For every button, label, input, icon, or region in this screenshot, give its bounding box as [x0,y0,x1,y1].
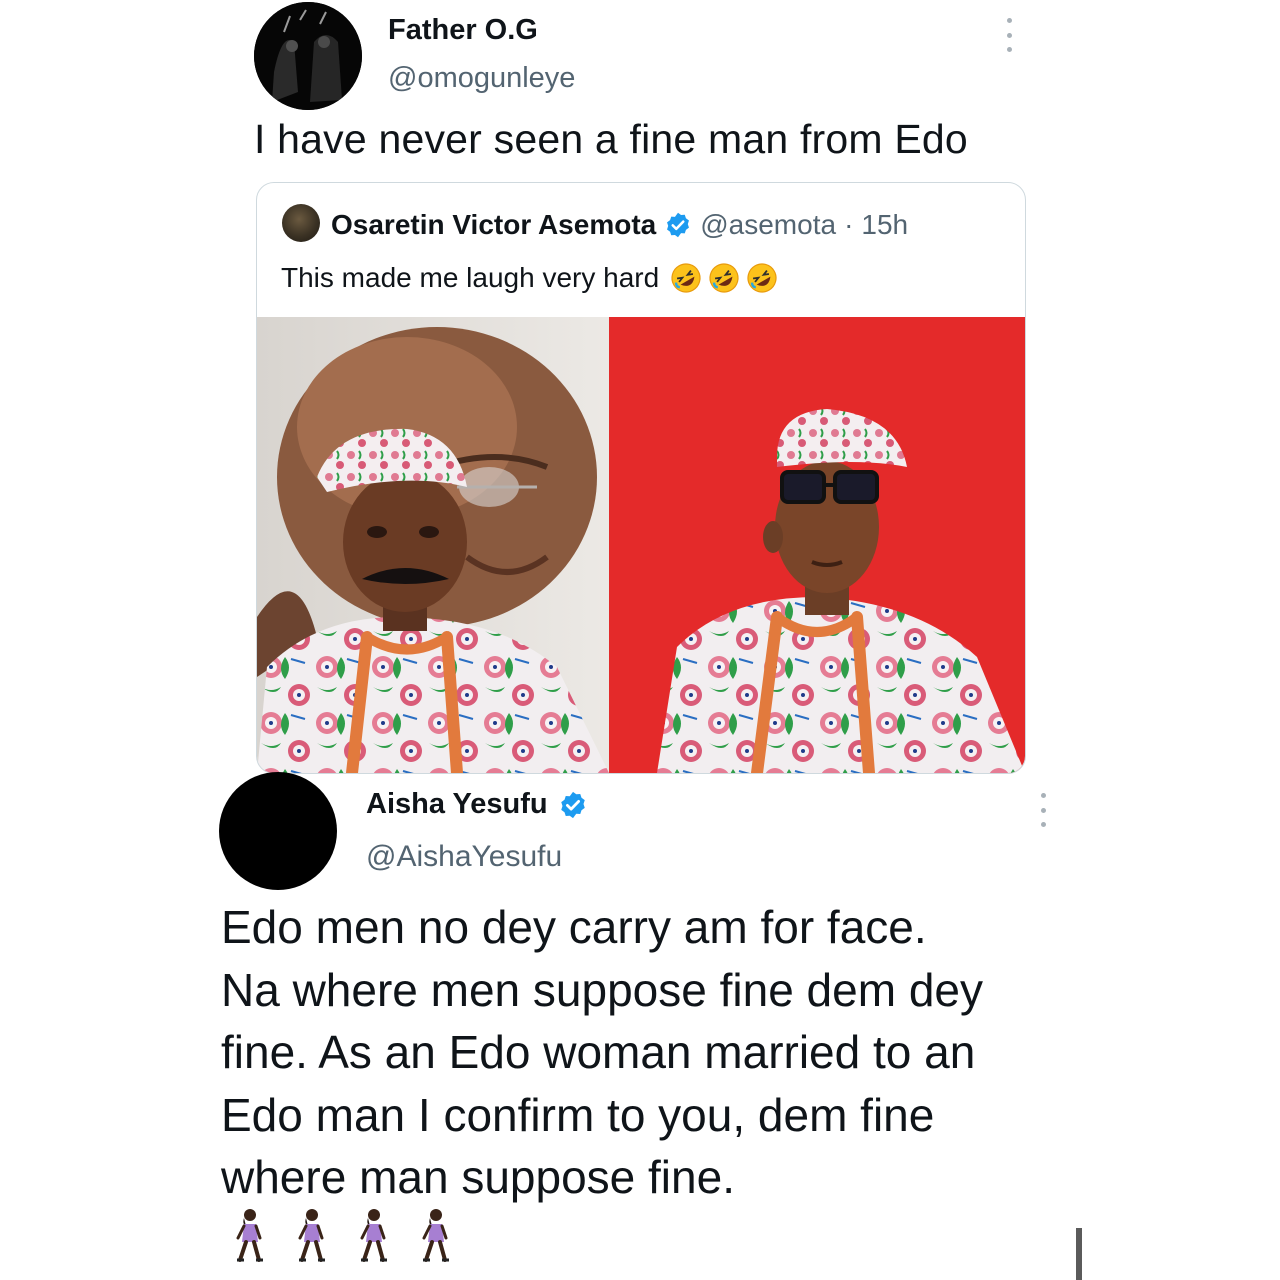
avatar-father-og[interactable] [254,2,362,110]
quoted-tweet-photo[interactable] [257,317,1025,773]
separator-dot: · [844,209,854,240]
woman-walking-icon [422,1209,449,1262]
quoted-author-avatar[interactable] [282,204,320,242]
avatar-aisha-yesufu[interactable] [219,772,337,890]
reply-author-name-row: Aisha Yesufu [366,788,588,821]
quoted-tweet-card[interactable]: Osaretin Victor Asemota @asemota · 15h T… [256,182,1026,774]
rolling-on-floor-laughing-icon [747,263,777,293]
tweet-text: I have never seen a fine man from Edo [254,116,968,162]
woman-walking-icon [298,1209,325,1262]
author-name[interactable]: Father O.G [388,14,538,47]
quoted-tweet-text: This made me laugh very hard [281,262,660,293]
author-handle[interactable]: @omogunleye [388,62,575,95]
quoted-tweet-time[interactable]: 15h [861,209,908,241]
rolling-on-floor-laughing-icon [671,263,701,293]
laugh-emojis [669,261,779,295]
woman-walking-icon [360,1209,387,1262]
scrollbar-thumb[interactable] [1076,1228,1082,1280]
verified-badge-icon [667,212,690,238]
quoted-author-handle[interactable]: @asemota [700,209,836,241]
rolling-on-floor-laughing-icon [709,263,739,293]
reply-tweet-text: Edo men no dey carry am for face. Na whe… [221,896,1061,1209]
woman-walking-icon [236,1209,263,1262]
reply-text-line: fine. As an Edo woman married to an [221,1026,976,1078]
more-vertical-icon[interactable] [1032,793,1054,827]
quoted-tweet-text-row: This made me laugh very hard [281,261,779,295]
reply-author-name[interactable]: Aisha Yesufu [366,788,548,821]
reply-text-line: Edo men no dey carry am for face. [221,901,927,953]
reply-author-handle[interactable]: @AishaYesufu [366,840,562,874]
walking-emojis [232,1208,452,1264]
verified-badge-icon [560,791,585,818]
quoted-tweet-header: Osaretin Victor Asemota @asemota · 15h [331,209,908,241]
quoted-author-name[interactable]: Osaretin Victor Asemota [331,209,656,241]
more-vertical-icon[interactable] [998,18,1020,52]
reply-text-line: Edo man I confirm to you, dem fine [221,1088,935,1141]
reply-text-line: Na where men suppose fine dem dey [221,963,983,1016]
reply-text-line: where man suppose fine. [221,1151,735,1203]
